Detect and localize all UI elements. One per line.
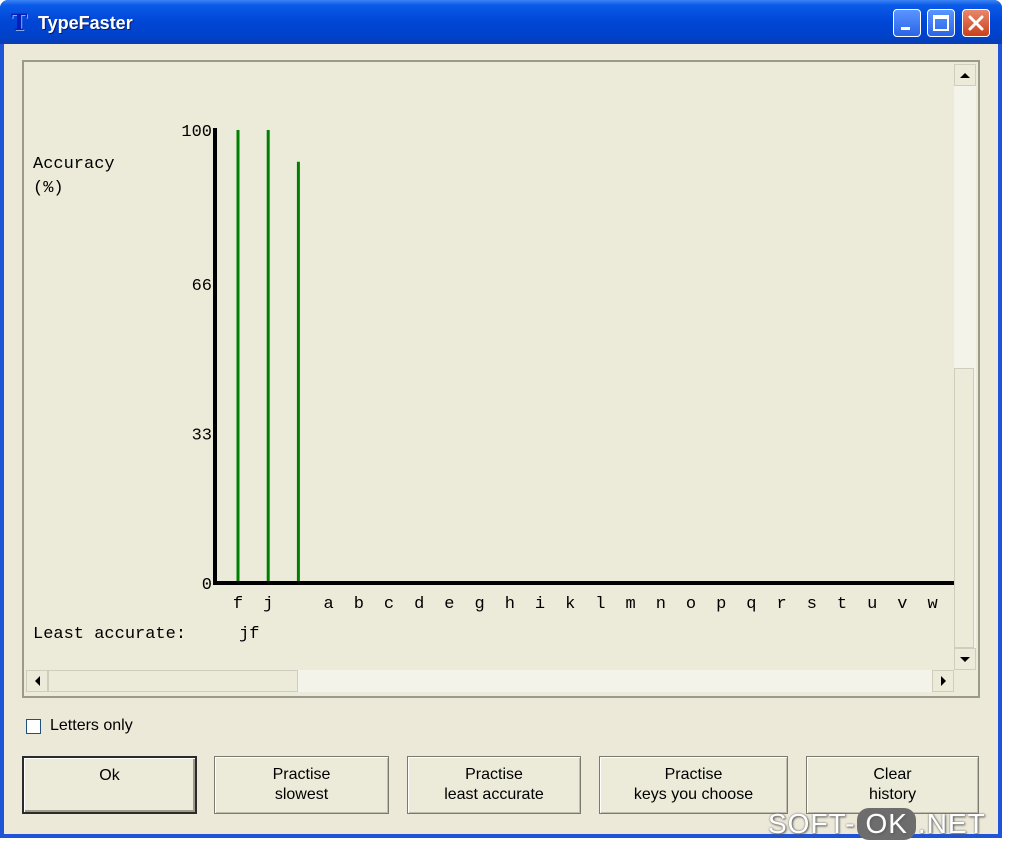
maximize-button[interactable]: [927, 9, 955, 37]
x-tick-label: c: [384, 595, 394, 614]
window-title: TypeFaster: [38, 13, 133, 33]
minimize-icon: [901, 27, 910, 30]
x-tick-label: j: [263, 595, 273, 614]
scroll-down-button[interactable]: [954, 648, 976, 670]
y-tick-label: 66: [192, 277, 212, 296]
watermark: SOFT- OK .NET: [768, 808, 986, 852]
app-icon: T: [10, 10, 28, 36]
vertical-scrollbar[interactable]: [954, 64, 976, 670]
x-tick-label: d: [414, 595, 424, 614]
ok-button-label: Ok: [99, 767, 120, 784]
x-tick-label: k: [565, 595, 575, 614]
x-tick-label: g: [474, 595, 484, 614]
practise-keys-label-line1: Practise: [664, 766, 723, 783]
y-axis-label-line1: Accuracy: [33, 155, 115, 174]
least-accurate-value: jf: [239, 625, 259, 644]
accuracy-chart: Accuracy (%) 100 66 33 0 f j a b c d e g h i k l m n o p q r…: [33, 123, 954, 644]
y-axis-label-line2: (%): [33, 179, 64, 198]
watermark-left: SOFT-: [768, 808, 856, 839]
scrollbar-corner: [954, 670, 976, 692]
practise-least-accurate-label-line2: least accurate: [444, 786, 544, 803]
least-accurate-label: Least accurate:: [33, 625, 186, 644]
x-tick-label: s: [807, 595, 817, 614]
x-tick-label: e: [444, 595, 454, 614]
x-tick-label: w: [927, 595, 938, 614]
practise-slowest-button[interactable]: Practise slowest: [214, 756, 389, 814]
y-tick-label: 100: [181, 123, 212, 142]
x-tick-label: f: [233, 595, 243, 614]
arrow-down-icon: [960, 657, 970, 662]
close-icon: [968, 15, 984, 31]
x-tick-label: l: [595, 595, 605, 614]
letters-only-label[interactable]: Letters only: [50, 717, 133, 735]
practise-keys-label-line2: keys you choose: [633, 786, 754, 803]
x-tick-label: q: [746, 595, 756, 614]
title-bar[interactable]: T TypeFaster: [0, 0, 1002, 44]
x-tick-label: n: [656, 595, 666, 614]
scroll-up-button[interactable]: [954, 64, 976, 86]
arrow-right-icon: [941, 676, 946, 686]
practise-slowest-label-line2: slowest: [274, 786, 329, 803]
maximize-icon: [933, 15, 949, 31]
vertical-scroll-thumb[interactable]: [954, 368, 974, 648]
x-tick-label: v: [897, 595, 907, 614]
clear-history-button[interactable]: Clear history: [806, 756, 979, 814]
x-tick-label: o: [686, 595, 696, 614]
app-window: T TypeFaster Accuracy (%) 100 66 33 0 f j a b c…: [0, 0, 1002, 838]
watermark-right: .NET: [917, 808, 986, 839]
practise-keys-you-choose-button[interactable]: Practise keys you choose: [599, 756, 788, 814]
clear-history-label-line2: history: [868, 786, 917, 803]
client-area: Accuracy (%) 100 66 33 0 f j a b c d e g h i k l m n o p q r…: [4, 44, 998, 834]
x-tick-label: m: [625, 595, 635, 614]
x-tick-label: u: [867, 595, 877, 614]
scroll-right-button[interactable]: [932, 670, 954, 692]
x-tick-label: p: [716, 595, 726, 614]
arrow-up-icon: [960, 73, 970, 78]
close-button[interactable]: [962, 9, 990, 37]
minimize-button[interactable]: [893, 9, 921, 37]
y-tick-label: 33: [192, 427, 212, 446]
practise-slowest-label-line1: Practise: [272, 766, 331, 783]
practise-least-accurate-label-line1: Practise: [465, 766, 523, 783]
watermark-ok: OK: [857, 808, 916, 840]
ok-button[interactable]: Ok: [22, 756, 197, 814]
accuracy-chart-panel: Accuracy (%) 100 66 33 0 f j a b c d e g h i k l m n o p q r…: [22, 60, 980, 698]
arrow-left-icon: [35, 676, 40, 686]
letters-only-checkbox[interactable]: [26, 719, 41, 734]
x-tick-label: i: [535, 595, 545, 614]
x-tick-label: b: [354, 595, 364, 614]
horizontal-scroll-thumb[interactable]: [48, 670, 298, 692]
clear-history-label-line1: Clear: [873, 766, 912, 783]
y-tick-label: 0: [202, 576, 212, 595]
x-tick-label: a: [323, 595, 333, 614]
x-tick-label: h: [505, 595, 515, 614]
scroll-left-button[interactable]: [26, 670, 48, 692]
horizontal-scrollbar[interactable]: [26, 670, 954, 692]
x-tick-label: t: [837, 595, 847, 614]
x-tick-label: r: [776, 595, 786, 614]
practise-least-accurate-button[interactable]: Practise least accurate: [407, 756, 581, 814]
